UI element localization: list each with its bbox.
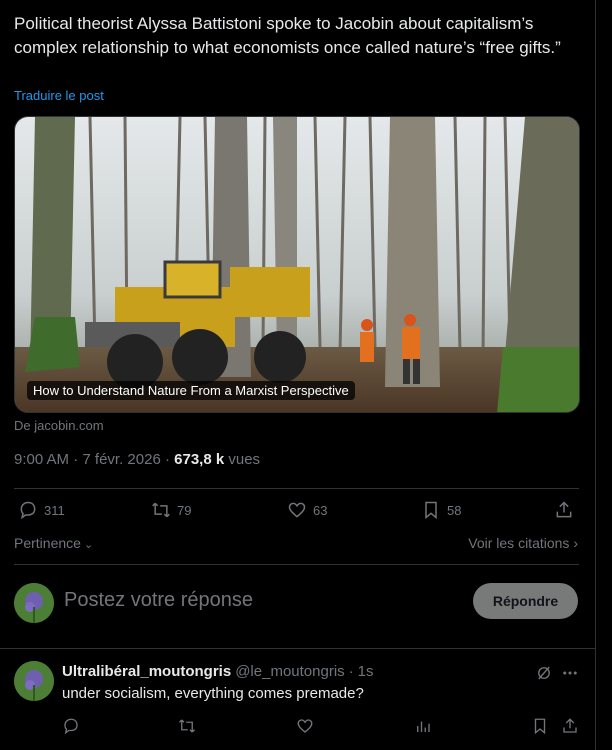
divider [0,648,595,649]
post-time[interactable]: 9:00 AM [14,451,69,468]
bookmark-count: 58 [447,502,462,518]
repost-icon[interactable] [178,717,196,740]
share-icon[interactable] [561,717,579,740]
translate-link[interactable]: Traduire le post [14,88,104,103]
reply-text: under socialism, everything comes premad… [62,685,364,702]
divider [14,564,579,565]
bookmark-icon [425,501,437,520]
reply-action[interactable]: 311 [18,500,65,520]
reply-icon[interactable] [62,717,80,740]
card-title: How to Understand Nature From a Marxist … [27,381,355,400]
user-avatar[interactable] [14,583,54,623]
reply-time[interactable]: 1s [358,663,374,680]
post-date[interactable]: 7 févr. 2026 [82,451,160,468]
like-action[interactable]: 63 [287,500,327,520]
heart-icon [288,502,306,518]
link-card[interactable]: How to Understand Nature From a Marxist … [14,116,580,413]
sort-dropdown[interactable]: Pertinence ⌄ [14,535,93,551]
meta-separator: · [348,663,354,680]
quotes-label: Voir les citations [468,535,570,551]
analytics-icon[interactable] [414,717,432,740]
reply-author-name[interactable]: Ultralibéral_moutongris [62,663,231,680]
card-source[interactable]: De jacobin.com [14,418,104,433]
reply-author-handle[interactable]: @le_moutongris [235,663,344,680]
reply-count: 311 [44,502,65,518]
grok-icon[interactable] [535,664,553,687]
post-meta: 9:00 AM · 7 févr. 2026 · 673,8 k vues [14,451,260,468]
views-label: vues [228,451,261,468]
more-icon[interactable] [561,664,579,687]
reply-author-avatar[interactable] [14,661,54,701]
meta-separator: · [73,451,83,468]
share-icon [556,501,572,518]
divider [14,488,579,489]
post-actions: 311 79 63 58 [14,500,580,524]
repost-icon [152,502,170,518]
repost-count: 79 [177,502,192,518]
bookmark-icon[interactable] [531,717,549,740]
share-action[interactable] [554,500,580,520]
column-border [595,0,596,750]
avatar-image [14,661,54,701]
reply-header: Ultralibéral_moutongris @le_moutongris ·… [62,663,374,680]
bookmark-action[interactable]: 58 [421,500,461,520]
repost-action[interactable]: 79 [151,500,191,520]
post-text: Political theorist Alyssa Battistoni spo… [14,14,561,57]
like-count: 63 [313,502,328,518]
sort-label: Pertinence [14,535,81,551]
views-count: 673,8 k [174,451,225,468]
reply-input[interactable]: Postez votre réponse [64,589,253,612]
meta-separator: · [164,451,175,468]
view-quotes-link[interactable]: Voir les citations › [468,535,578,551]
chevron-down-icon: ⌄ [80,539,94,551]
reply-submit-button[interactable]: Répondre [473,583,578,619]
reply-icon [20,501,36,520]
card-image [15,117,579,412]
chevron-right-icon: › [569,535,578,551]
heart-icon[interactable] [296,717,314,740]
avatar-image [14,583,54,623]
